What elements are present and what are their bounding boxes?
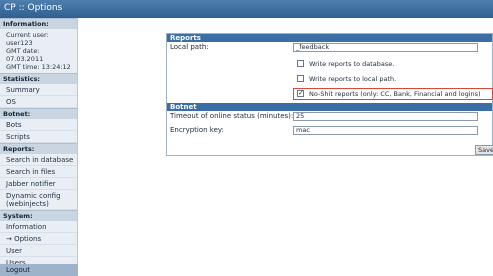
options-panel: Reports Local path: _feedback Write repo… xyxy=(166,33,493,156)
top-bar: CP :: Options xyxy=(0,0,493,18)
key-input[interactable]: mac xyxy=(293,126,478,135)
local-path-row: Local path: _feedback xyxy=(167,42,492,53)
timeout-input[interactable]: 25 xyxy=(293,112,478,121)
nav-os[interactable]: OS xyxy=(0,96,77,108)
key-label: Encryption key: xyxy=(170,126,224,134)
noshit-checkbox[interactable]: ✓ xyxy=(297,90,304,97)
timeout-row: Timeout of online status (minutes): 25 xyxy=(167,111,492,122)
section-statistics: Statistics: xyxy=(0,73,77,84)
section-system: System: xyxy=(0,210,77,221)
timeout-label: Timeout of online status (minutes): xyxy=(170,112,294,120)
write-local-checkbox[interactable] xyxy=(297,75,304,82)
nav-options[interactable]: → Options xyxy=(0,233,77,245)
nav-jabber-notifier[interactable]: Jabber notifier xyxy=(0,178,77,190)
nav-bots[interactable]: Bots xyxy=(0,119,77,131)
nav-information[interactable]: Information xyxy=(0,221,77,233)
gmt-date: GMT date: 07.03.2011 xyxy=(6,47,44,63)
write-db-row: Write reports to database. xyxy=(167,58,492,70)
save-button[interactable]: Save xyxy=(475,145,493,155)
key-row: Encryption key: mac xyxy=(167,125,492,136)
section-botnet: Botnet: xyxy=(0,108,77,119)
nav-summary[interactable]: Summary xyxy=(0,84,77,96)
nav-user[interactable]: User xyxy=(0,245,77,257)
gmt-time: GMT time: 13:24:12 xyxy=(6,63,71,71)
sidebar: Information: Current user: user123 GMT d… xyxy=(0,18,78,276)
local-path-input[interactable]: _feedback xyxy=(293,43,478,52)
reports-heading: Reports xyxy=(167,34,492,42)
logout-link[interactable]: Logout xyxy=(0,264,78,276)
local-path-label: Local path: xyxy=(170,43,209,51)
noshit-label: No-Shit reports (only: CC, Bank, Financi… xyxy=(309,90,481,98)
nav-search-database[interactable]: Search in database xyxy=(0,154,77,166)
write-db-label: Write reports to database. xyxy=(309,60,395,68)
section-reports: Reports: xyxy=(0,143,77,154)
nav-scripts[interactable]: Scripts xyxy=(0,131,77,143)
write-local-label: Write reports to local path. xyxy=(309,75,397,83)
noshit-row: ✓ No-Shit reports (only: CC, Bank, Finan… xyxy=(167,88,493,100)
nav-dynamic-config[interactable]: Dynamic config (webinjects) xyxy=(0,190,77,210)
write-db-checkbox[interactable] xyxy=(297,60,304,67)
nav-search-files[interactable]: Search in files xyxy=(0,166,77,178)
user-info: Current user: user123 GMT date: 07.03.20… xyxy=(0,29,77,73)
write-local-row: Write reports to local path. xyxy=(167,73,492,85)
app-title: CP :: Options xyxy=(4,3,63,13)
section-information: Information: xyxy=(0,18,77,29)
current-user: Current user: user123 xyxy=(6,31,49,47)
botnet-heading: Botnet xyxy=(167,103,492,111)
